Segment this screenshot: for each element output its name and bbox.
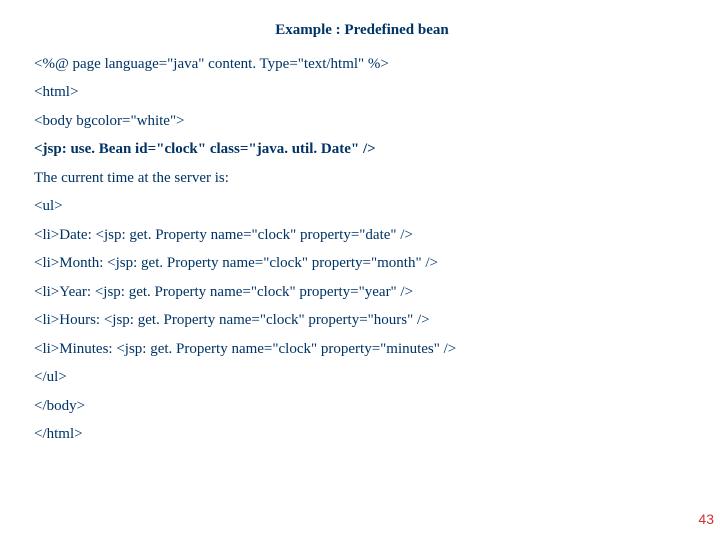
code-line: <li>Minutes: <jsp: get. Property name="c… <box>34 337 690 363</box>
code-line: </body> <box>34 394 690 420</box>
code-line: <html> <box>34 80 690 106</box>
code-line: </html> <box>34 422 690 448</box>
code-line: <ul> <box>34 194 690 220</box>
code-line: The current time at the server is: <box>34 166 690 192</box>
slide-content: Example : Predefined bean <%@ page langu… <box>0 0 720 448</box>
code-line: <li>Hours: <jsp: get. Property name="clo… <box>34 308 690 334</box>
code-line: </ul> <box>34 365 690 391</box>
code-line: <li>Month: <jsp: get. Property name="clo… <box>34 251 690 277</box>
page-number: 43 <box>698 508 714 532</box>
slide-title: Example : Predefined bean <box>34 18 690 44</box>
code-line: <li>Year: <jsp: get. Property name="cloc… <box>34 280 690 306</box>
code-line: <%@ page language="java" content. Type="… <box>34 52 690 78</box>
code-line: <body bgcolor="white"> <box>34 109 690 135</box>
code-line: <li>Date: <jsp: get. Property name="cloc… <box>34 223 690 249</box>
code-line-bold: <jsp: use. Bean id="clock" class="java. … <box>34 137 690 163</box>
